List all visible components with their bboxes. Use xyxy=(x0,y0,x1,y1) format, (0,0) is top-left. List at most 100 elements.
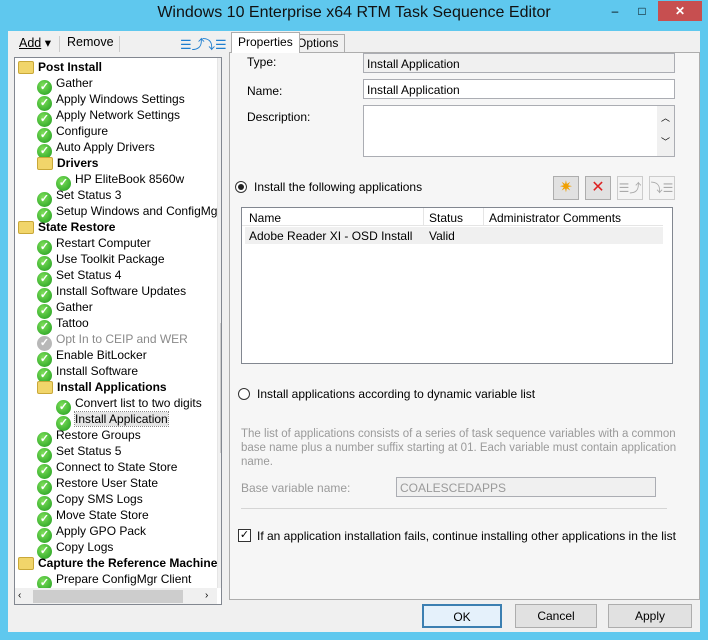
help-text: The list of applications consists of a s… xyxy=(241,428,677,468)
tree-item[interactable]: ✓ Apply GPO Pack xyxy=(37,523,147,543)
tree-vertical-scrollbar[interactable]: ︿ ﹀ xyxy=(217,58,222,588)
minimize-button[interactable]: – xyxy=(602,1,628,21)
remove-button[interactable]: Remove xyxy=(67,35,114,49)
tree-item[interactable]: ✓ Copy SMS Logs xyxy=(37,491,143,511)
tree-item-label: Tattoo xyxy=(56,316,89,330)
tree-item[interactable]: ✓ Configure xyxy=(37,123,108,143)
tree-item-label: Install Applications xyxy=(57,380,167,394)
tree-item-label: Install Software xyxy=(56,364,139,378)
tree-item[interactable]: State Restore xyxy=(18,219,115,235)
tree-item-label: Set Status 4 xyxy=(56,268,122,282)
tree-item[interactable]: ✓ HP EliteBook 8560w xyxy=(56,171,185,191)
tree-item[interactable]: ✓ Copy Logs xyxy=(37,539,114,559)
scroll-left-icon[interactable]: ‹ xyxy=(18,590,21,601)
tree-item[interactable]: ✓ Install Software xyxy=(37,363,139,383)
add-label: Add xyxy=(19,36,42,50)
delete-icon[interactable]: ✕ xyxy=(585,176,611,200)
column-header-status[interactable]: Status xyxy=(429,211,463,225)
tree-item[interactable]: ✓ Gather xyxy=(37,299,93,319)
tree-item-label: Capture the Reference Machine xyxy=(38,556,218,570)
tree-item[interactable]: ✓ Set Status 4 xyxy=(37,267,122,287)
description-scrollbar[interactable]: ︿ ﹀ xyxy=(657,106,674,156)
radio-install-following-label[interactable]: Install the following applications xyxy=(254,180,422,194)
base-variable-input: COALESCEDAPPS xyxy=(396,477,656,497)
app-name: Adobe Reader XI - OSD Install xyxy=(249,229,413,243)
tree-item[interactable]: ✓ Connect to State Store xyxy=(37,459,178,479)
task-sequence-tree[interactable]: Post Install ✓ Gather ✓ Apply Windows Settin… xyxy=(14,57,222,605)
hscroll-thumb[interactable] xyxy=(33,590,183,603)
close-button[interactable]: ✕ xyxy=(658,1,702,21)
tree-item[interactable]: ✓ Restore Groups xyxy=(37,427,141,447)
radio-install-following[interactable] xyxy=(235,181,247,193)
tab-properties[interactable]: Properties xyxy=(231,32,300,53)
tree-item-label: Apply Windows Settings xyxy=(56,92,185,106)
scroll-down-icon[interactable]: ﹀ xyxy=(221,572,222,587)
tree-item[interactable]: ✓ Install Software Updates xyxy=(37,283,187,303)
description-input[interactable] xyxy=(363,105,675,157)
tree-item-label: Restore User State xyxy=(56,476,159,490)
tree-item-label: Gather xyxy=(56,76,93,90)
tree-item[interactable]: ✓ Install Application xyxy=(56,411,169,431)
continue-on-failure-label[interactable]: If an application installation fails, co… xyxy=(257,529,676,543)
scroll-up-icon[interactable]: ︿ xyxy=(221,60,222,75)
column-header-name[interactable]: Name xyxy=(249,211,281,225)
tree-item[interactable]: ✓ Prepare ConfigMgr Client xyxy=(37,571,192,591)
scroll-right-icon[interactable]: › xyxy=(205,590,208,601)
radio-dynamic-list-label[interactable]: Install applications according to dynami… xyxy=(257,387,535,401)
tree-item-label: Set Status 3 xyxy=(56,188,122,202)
apply-button[interactable]: Apply xyxy=(608,604,692,628)
radio-dynamic-list[interactable] xyxy=(238,388,250,400)
tree-item[interactable]: ✓ Move State Store xyxy=(37,507,149,527)
tree-item[interactable]: Capture the Reference Machine xyxy=(18,555,217,571)
column-divider xyxy=(483,208,484,226)
tree-horizontal-scrollbar[interactable]: ‹ › xyxy=(15,588,217,604)
tree-item[interactable]: ✓ Set Status 5 xyxy=(37,443,122,463)
ok-button[interactable]: OK xyxy=(422,604,502,628)
column-header-comments[interactable]: Administrator Comments xyxy=(489,211,621,225)
cancel-button[interactable]: Cancel xyxy=(515,604,597,628)
column-divider xyxy=(423,208,424,226)
tree-item[interactable]: ✓ Apply Windows Settings xyxy=(37,91,185,111)
tree-item-label: Apply Network Settings xyxy=(56,108,181,122)
tree-item[interactable]: ✓ Gather xyxy=(37,75,93,95)
tree-item[interactable]: ✓ Apply Network Settings xyxy=(37,107,181,127)
tree-item[interactable]: ✓ Restore User State xyxy=(37,475,159,495)
tree-item[interactable]: Post Install xyxy=(18,59,102,75)
name-label: Name: xyxy=(247,84,283,98)
toolbar-divider xyxy=(59,36,60,52)
tree-item[interactable]: Drivers xyxy=(37,155,98,171)
tree-item[interactable]: ✓ Convert list to two digits xyxy=(56,395,202,415)
tree-item-label: Enable BitLocker xyxy=(56,348,147,362)
tree-item-label: Copy Logs xyxy=(56,540,114,554)
tree-item-label: Apply GPO Pack xyxy=(56,524,147,538)
tree-item[interactable]: ✓ Restart Computer xyxy=(37,235,151,255)
tree-item[interactable]: Install Applications xyxy=(37,379,167,395)
move-up-app-icon: ☰⤴ xyxy=(617,176,643,200)
tree-item-label: State Restore xyxy=(38,220,116,234)
tree-item[interactable]: ✓ Set Status 3 xyxy=(37,187,122,207)
tree-item-label: HP EliteBook 8560w xyxy=(75,172,185,186)
scroll-thumb[interactable] xyxy=(220,323,221,453)
tree-item[interactable]: ✓ Use Toolkit Package xyxy=(37,251,165,271)
tree-item-label: Prepare ConfigMgr Client xyxy=(56,572,192,586)
move-down-icon[interactable]: ⤵☰ xyxy=(202,34,227,53)
tree-item-label: Set Status 5 xyxy=(56,444,122,458)
tree-item[interactable]: ✓ Opt In to CEIP and WER xyxy=(37,331,188,351)
tree-item-label: Connect to State Store xyxy=(56,460,178,474)
tree-item[interactable]: ✓ Auto Apply Drivers xyxy=(37,139,155,159)
move-up-icon[interactable]: ☰⤴ xyxy=(180,34,205,53)
continue-on-failure-checkbox[interactable]: ✓ xyxy=(238,529,251,542)
applications-list[interactable]: Name Status Administrator Comments Adobe… xyxy=(241,207,673,364)
divider xyxy=(241,508,667,509)
list-row[interactable]: Adobe Reader XI - OSD Install Valid xyxy=(245,227,663,244)
add-menu-button[interactable]: Add ▾ xyxy=(19,35,51,50)
tree-item[interactable]: ✓ Enable BitLocker xyxy=(37,347,147,367)
list-header: Name Status Administrator Comments xyxy=(242,208,663,226)
tree-item-label: Install Software Updates xyxy=(56,284,187,298)
name-input[interactable]: Install Application xyxy=(363,79,675,99)
tree-item[interactable]: ✓ Setup Windows and ConfigMgr xyxy=(37,203,221,223)
new-icon[interactable]: ✷ xyxy=(553,176,579,200)
maximize-button[interactable]: □ xyxy=(628,1,656,21)
tree-item[interactable]: ✓ Tattoo xyxy=(37,315,89,335)
tree-item-label: Opt In to CEIP and WER xyxy=(56,332,188,346)
